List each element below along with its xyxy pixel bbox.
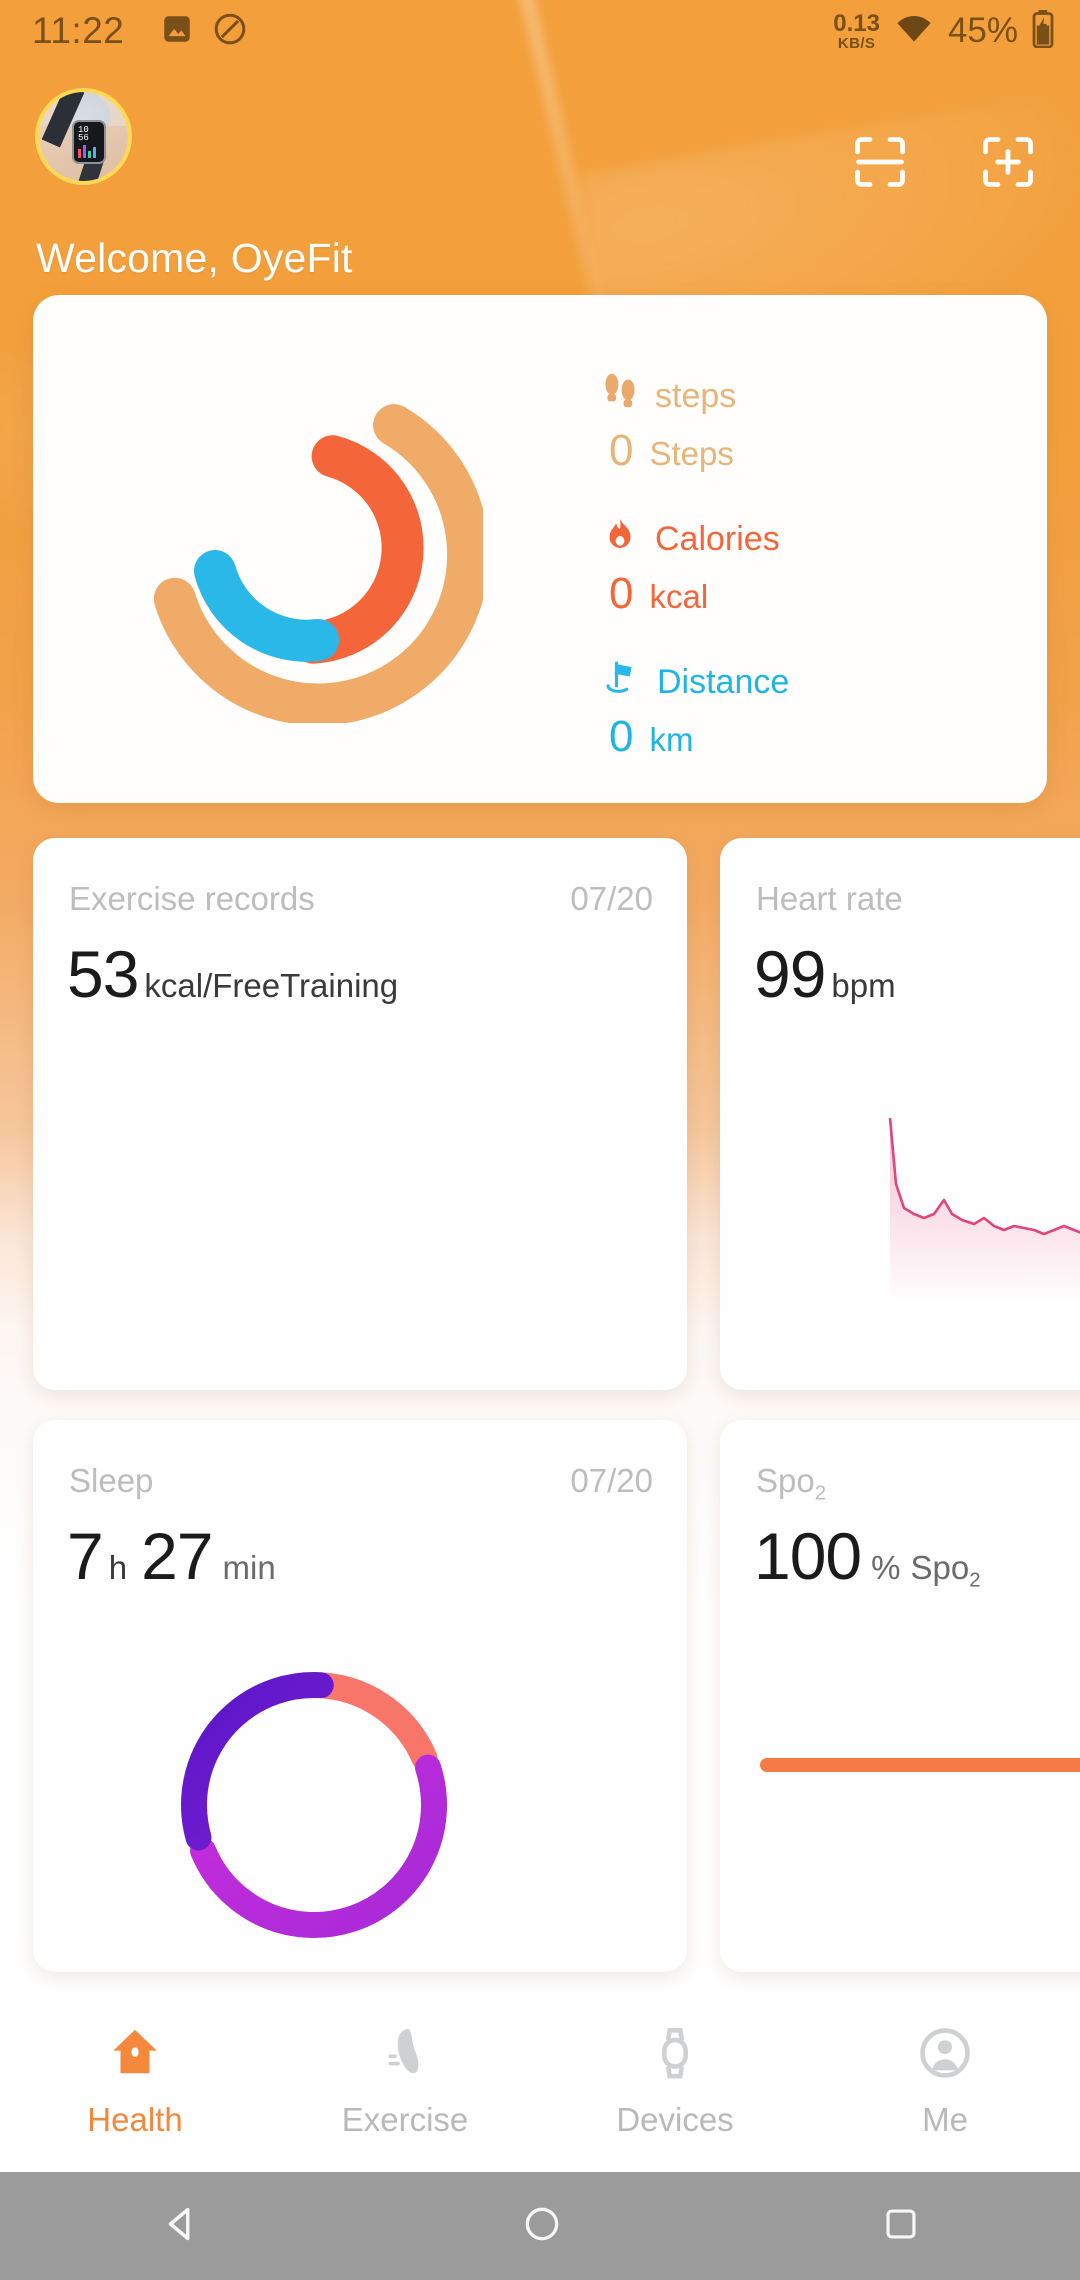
exercise-card-header: Exercise records 07/20 [69,880,653,918]
exercise-card-date: 07/20 [570,880,653,917]
exercise-value: 53 [67,937,139,1011]
avatar-watch-bars [78,145,96,158]
card-exercise-records[interactable]: Exercise records 07/20 53 kcal/FreeTrain… [33,838,687,1390]
network-speed-unit: KB/S [837,34,876,52]
sleep-card-date: 07/20 [570,1462,653,1499]
exercise-card-title: Exercise records [69,880,315,917]
status-bar: 11:22 0.13 KB/S 45% [0,0,1080,62]
spo2-card-value: 100 % Spo2 [754,1518,981,1594]
system-navigation-bar [0,2172,1080,2280]
spo2-title-text: Spo [756,1462,815,1499]
battery-icon [1032,9,1054,53]
summary-metrics: steps 0 Steps Calories 0 kcal Distance 0… [603,373,789,802]
spo2-range-bar [760,1710,1080,1800]
daily-summary-card[interactable]: steps 0 Steps Calories 0 kcal Distance 0… [33,295,1047,803]
tab-devices[interactable]: Devices [540,2012,810,2139]
battery-percent: 45% [947,11,1018,50]
calories-label: Calories [655,520,780,558]
network-speed-value: 0.13 [833,9,880,37]
card-heart-rate[interactable]: Heart rate 07/20 99 bpm [720,838,1080,1390]
avatar[interactable]: 10 56 [35,88,132,185]
tab-exercise-label: Exercise [341,2101,469,2138]
spo2-low-segment [760,1758,1080,1772]
heart-unit: bpm [831,967,896,1004]
back-triangle-icon[interactable] [158,2201,204,2252]
heart-card-value: 99 bpm [754,936,896,1012]
spo2-unit-label: Spo2 [910,1549,980,1593]
spo2-percent-sign: % [871,1549,901,1586]
heart-card-header: Heart rate 07/20 [756,880,1080,918]
spo2-card-header: Spo2 07/20 [756,1462,1080,1506]
recents-square-icon[interactable] [880,2203,922,2250]
phone-screen: 11:22 0.13 KB/S 45% 10 56 Welcome, OyeFi… [0,0,1080,2280]
status-left-icons [160,11,248,52]
status-right-icons: 0.13 KB/S 45% [833,9,1054,53]
calories-value: 0 [609,569,634,618]
steps-metric-title: steps [603,373,789,420]
sleep-hours: 7 [67,1519,104,1593]
calories-unit: kcal [649,578,709,615]
calories-metric-title: Calories [603,516,789,563]
tab-exercise[interactable]: Exercise [270,2012,540,2139]
bottom-tab-bar: Health Exercise Devices Me [0,2012,1080,2172]
tab-health[interactable]: Health [0,2012,270,2139]
shoe-icon [376,2024,434,2087]
scan-icon[interactable] [850,132,910,192]
avatar-photo-watch: 10 56 [72,120,106,164]
sleep-hours-unit: h [108,1549,128,1586]
sleep-card-title: Sleep [69,1462,154,1499]
sleep-card-value: 7 h 27 min [67,1518,276,1594]
spo2-unit-subscript: 2 [969,1568,981,1592]
distance-label: Distance [657,663,790,701]
add-device-icon[interactable] [978,132,1038,192]
activity-ring-logo [133,373,490,726]
wifi-icon [894,13,934,50]
flame-icon [603,516,637,563]
heart-card-title: Heart rate [756,880,903,917]
heart-rate-chart [770,1088,1080,1303]
steps-unit: Steps [649,435,734,472]
home-icon [106,2024,164,2087]
network-speed-indicator: 0.13 KB/S [833,9,880,52]
avatar-watch-time: 10 56 [78,125,89,143]
tab-me-label: Me [922,2101,968,2138]
card-sleep[interactable]: Sleep 07/20 7 h 27 min [33,1420,687,1972]
calories-metric-value: 0 kcal [609,569,789,619]
do-not-disturb-icon [212,11,248,52]
spo2-title-subscript: 2 [814,1481,827,1505]
flag-icon [603,659,639,706]
spo2-value: 100 [754,1519,862,1593]
image-icon [160,12,194,51]
steps-metric-value: 0 Steps [609,426,789,476]
distance-unit: km [649,721,694,758]
sleep-donut-chart [169,1660,459,1950]
sleep-minutes-unit: min [222,1549,276,1586]
exercise-unit: kcal/FreeTraining [144,967,399,1004]
exercise-card-value: 53 kcal/FreeTraining [67,936,398,1012]
card-spo2[interactable]: Spo2 07/20 100 % Spo2 [720,1420,1080,1972]
spo2-unit-text: Spo [910,1549,970,1586]
welcome-greeting: Welcome, OyeFit [36,235,353,281]
status-time: 11:22 [32,10,125,51]
distance-value: 0 [609,712,634,761]
heart-value: 99 [754,937,826,1011]
sleep-minutes: 27 [141,1519,213,1593]
distance-metric-title: Distance [603,659,789,706]
header-actions [850,132,1038,192]
watch-icon [646,2024,704,2087]
spo2-card-title: Spo2 [756,1462,826,1506]
sleep-card-header: Sleep 07/20 [69,1462,653,1500]
steps-label: steps [655,377,737,415]
person-icon [916,2024,974,2087]
footprints-icon [603,373,637,420]
tab-health-label: Health [87,2101,183,2138]
spo2-track [760,1758,1080,1772]
steps-value: 0 [609,426,634,475]
tab-me[interactable]: Me [810,2012,1080,2139]
distance-metric-value: 0 km [609,712,789,762]
tab-devices-label: Devices [616,2101,734,2138]
home-circle-icon[interactable] [520,2202,564,2251]
